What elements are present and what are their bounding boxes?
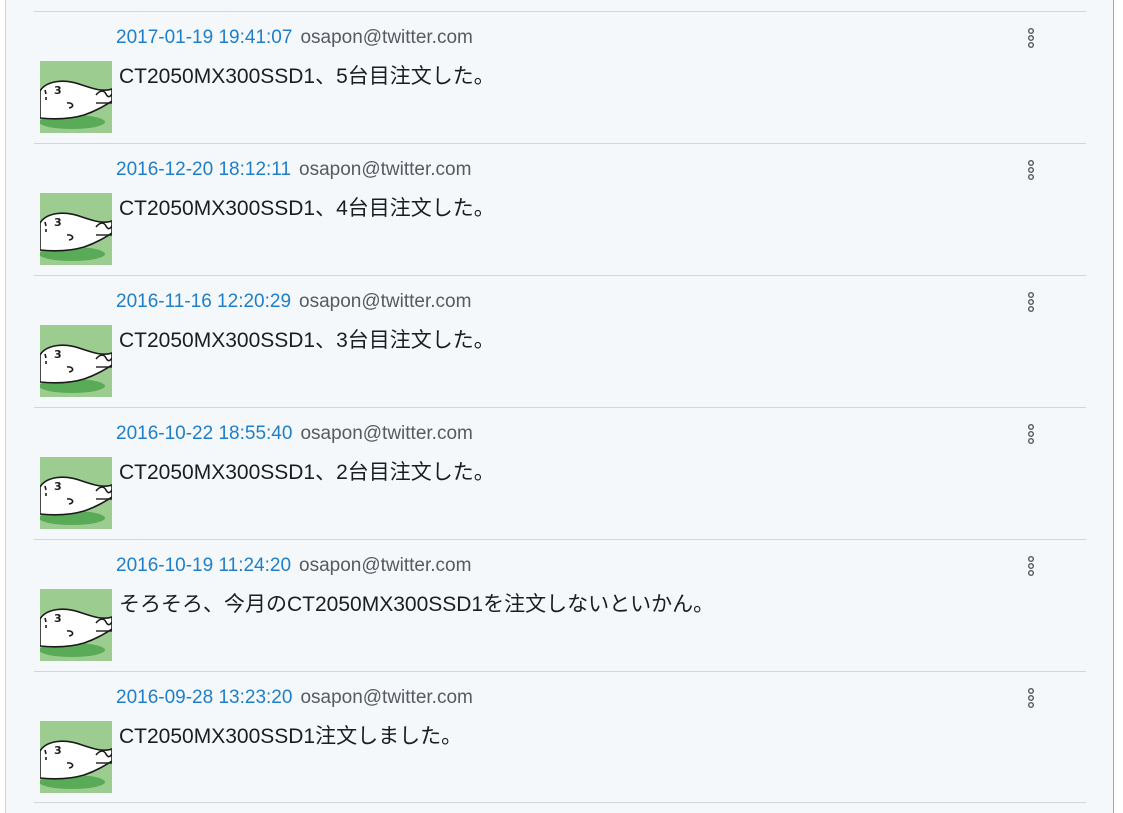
post-text: そろそろ、今月のCT2050MX300SSD1を注文しないといかん。 bbox=[119, 593, 715, 616]
post-timestamp-link[interactable]: 2016-12-20 18:12:11 bbox=[116, 159, 291, 180]
post-text: CT2050MX300SSD1注文しました。 bbox=[119, 725, 463, 748]
vertical-dots-menu-icon[interactable] bbox=[1024, 423, 1038, 445]
post-author: osapon@twitter.com bbox=[299, 291, 472, 312]
post-item: 2017-01-19 19:41:07 osapon@twitter.com 3 … bbox=[34, 11, 1086, 143]
post-timestamp-link[interactable]: 2016-10-22 18:55:40 bbox=[116, 423, 292, 444]
post-timestamp-link[interactable]: 2016-10-19 11:24:20 bbox=[116, 555, 291, 576]
svg-text:3: 3 bbox=[54, 84, 62, 97]
post-item: 2016-10-22 18:55:40 osapon@twitter.com 3 … bbox=[34, 407, 1086, 539]
post-author: osapon@twitter.com bbox=[300, 687, 473, 708]
post-text: CT2050MX300SSD1、3台目注文した。 bbox=[119, 329, 495, 352]
post-item: 2016-11-16 12:20:29 osapon@twitter.com 3 … bbox=[34, 275, 1086, 407]
seal-face-avatar-icon[interactable]: 3 bbox=[40, 589, 112, 661]
post-meta: 2016-11-16 12:20:29 osapon@twitter.com bbox=[116, 290, 471, 314]
vertical-dots-menu-icon[interactable] bbox=[1024, 555, 1038, 577]
seal-face-avatar-icon[interactable]: 3 bbox=[40, 61, 112, 133]
vertical-dots-menu-icon[interactable] bbox=[1024, 27, 1038, 49]
post-author: osapon@twitter.com bbox=[300, 423, 473, 444]
post-author: osapon@twitter.com bbox=[299, 555, 472, 576]
seal-face-avatar-icon[interactable]: 3 bbox=[40, 193, 112, 265]
post-item: 2016-12-20 18:12:11 osapon@twitter.com 3 … bbox=[34, 143, 1086, 275]
post-text: CT2050MX300SSD1、2台目注文した。 bbox=[119, 461, 495, 484]
post-text: CT2050MX300SSD1、4台目注文した。 bbox=[119, 197, 495, 220]
post-author: osapon@twitter.com bbox=[300, 27, 473, 48]
vertical-dots-menu-icon[interactable] bbox=[1024, 159, 1038, 181]
vertical-dots-menu-icon[interactable] bbox=[1024, 291, 1038, 313]
post-author: osapon@twitter.com bbox=[299, 159, 472, 180]
svg-text:3: 3 bbox=[54, 216, 62, 229]
svg-text:3: 3 bbox=[54, 612, 62, 625]
post-meta: 2017-01-19 19:41:07 osapon@twitter.com bbox=[116, 26, 473, 50]
svg-text:3: 3 bbox=[54, 744, 62, 757]
post-item: 2016-10-19 11:24:20 osapon@twitter.com 3 … bbox=[34, 539, 1086, 671]
post-meta: 2016-09-28 13:23:20 osapon@twitter.com bbox=[116, 686, 473, 710]
post-timestamp-link[interactable]: 2017-01-19 19:41:07 bbox=[116, 27, 292, 48]
post-timestamp-link[interactable]: 2016-09-28 13:23:20 bbox=[116, 687, 292, 708]
seal-face-avatar-icon[interactable]: 3 bbox=[40, 325, 112, 397]
post-text: CT2050MX300SSD1、5台目注文した。 bbox=[119, 65, 495, 88]
post-feed: 2017-01-19 19:41:07 osapon@twitter.com 3 … bbox=[34, 11, 1086, 803]
post-item: 2016-09-28 13:23:20 osapon@twitter.com 3 … bbox=[34, 671, 1086, 803]
post-meta: 2016-10-22 18:55:40 osapon@twitter.com bbox=[116, 422, 473, 446]
vertical-dots-menu-icon[interactable] bbox=[1024, 687, 1038, 709]
svg-text:3: 3 bbox=[54, 480, 62, 493]
post-meta: 2016-12-20 18:12:11 osapon@twitter.com bbox=[116, 158, 471, 182]
timeline-panel: 2017-01-19 19:41:07 osapon@twitter.com 3 … bbox=[5, 0, 1114, 813]
post-meta: 2016-10-19 11:24:20 osapon@twitter.com bbox=[116, 554, 471, 578]
seal-face-avatar-icon[interactable]: 3 bbox=[40, 457, 112, 529]
post-timestamp-link[interactable]: 2016-11-16 12:20:29 bbox=[116, 291, 291, 312]
seal-face-avatar-icon[interactable]: 3 bbox=[40, 721, 112, 793]
svg-text:3: 3 bbox=[54, 348, 62, 361]
